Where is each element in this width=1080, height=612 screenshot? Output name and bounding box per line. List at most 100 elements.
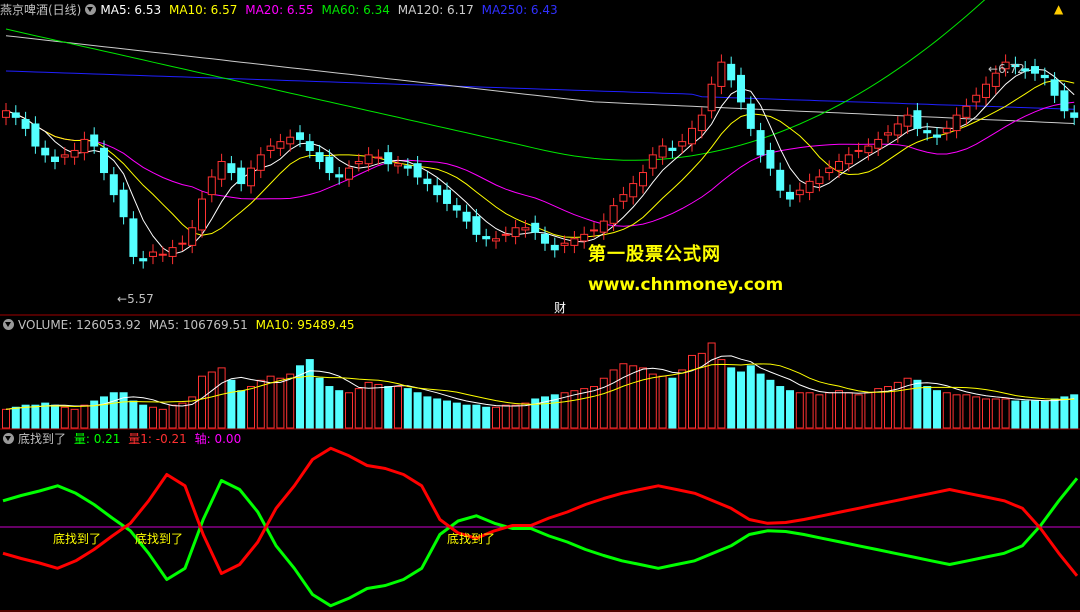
candle-body	[227, 163, 236, 174]
volume-bar	[688, 354, 696, 429]
volume-bar	[815, 394, 824, 429]
indicator-q1: 量1: -0.21	[128, 432, 187, 446]
volume-bar	[668, 377, 677, 429]
candle-body	[501, 233, 510, 236]
finance-marker[interactable]: 财	[554, 299, 566, 316]
volume-bar	[884, 386, 892, 429]
volume-bar	[492, 406, 500, 429]
candle-body	[766, 149, 775, 169]
volume-bar	[972, 396, 981, 429]
volume-bar	[286, 373, 295, 429]
volume-bar	[580, 388, 589, 429]
candle-body	[266, 145, 275, 151]
volume-bar	[129, 400, 138, 429]
candle-body	[207, 176, 216, 196]
candle-body	[256, 154, 265, 171]
volume-bar	[737, 371, 745, 429]
volume-bar	[70, 408, 79, 429]
candle-body	[1070, 112, 1079, 118]
candle-body	[364, 154, 373, 165]
candle-body	[844, 154, 853, 165]
candle-body	[413, 163, 422, 178]
volume-bar	[149, 406, 157, 429]
volume-bar	[756, 373, 765, 429]
candle-body	[903, 114, 912, 127]
ma250-line	[5, 70, 1075, 110]
legend-ma5: MA5: 6.53	[100, 3, 162, 17]
volume-bar	[217, 367, 226, 429]
volume-bar	[629, 365, 638, 429]
signal-label: 底找到了	[135, 532, 184, 546]
candle-body	[178, 242, 187, 245]
candle-body	[570, 238, 579, 246]
candle-body	[864, 145, 873, 154]
candle-body	[492, 238, 500, 242]
candle-body	[952, 114, 961, 132]
volume-bar	[21, 404, 30, 429]
main-legend: 燕京啤酒(日线) MA5: 6.53 MA10: 6.57 MA20: 6.55 …	[0, 1, 562, 18]
volume-bar	[315, 377, 324, 429]
volume-bar	[707, 342, 716, 429]
volume-bar	[1060, 396, 1069, 429]
candle-body	[423, 178, 432, 185]
candle-body	[972, 94, 981, 103]
volume-bar	[1031, 400, 1039, 429]
volume-bar	[1050, 398, 1059, 429]
volume-bar	[521, 402, 530, 429]
volume-bar	[354, 388, 363, 429]
legend-ma10: MA10: 6.57	[168, 3, 238, 17]
candle-body	[296, 132, 304, 140]
volume-bar	[237, 390, 246, 429]
volume-bar	[982, 398, 990, 429]
candle-body	[51, 156, 59, 162]
volume-bar	[11, 406, 20, 429]
volume-bar	[413, 392, 422, 429]
candle-body	[1050, 79, 1059, 96]
volume-bar	[247, 386, 255, 429]
volume-bar	[874, 388, 883, 429]
candle-body	[109, 174, 118, 196]
volume-bar	[933, 390, 941, 429]
candle-body	[443, 189, 451, 204]
volume-bar	[472, 404, 481, 429]
candle-body	[286, 136, 295, 145]
candle-body	[315, 152, 324, 163]
candle-body	[70, 149, 79, 158]
volume-menu-icon[interactable]	[3, 319, 14, 330]
volume-bar	[31, 404, 40, 429]
candle-body	[149, 251, 157, 257]
volume-bar	[2, 408, 10, 429]
candle-body	[521, 227, 530, 231]
volume-bar	[766, 379, 775, 429]
volume-bar	[619, 363, 628, 429]
corner-indicator[interactable]: ▲	[1054, 2, 1063, 16]
volume-bar	[1021, 400, 1030, 429]
signal-label: 底找到了	[53, 532, 102, 546]
volume-bar	[923, 386, 932, 429]
volume-bar	[1011, 400, 1020, 429]
candle-body	[276, 141, 285, 149]
candle-body	[354, 161, 363, 165]
volume-bar	[727, 367, 736, 429]
volume-bar	[648, 373, 657, 429]
candle-body	[756, 130, 765, 156]
volume-bar	[639, 367, 647, 429]
legend-ma60: MA60: 6.34	[321, 3, 390, 17]
candle-body	[580, 233, 589, 242]
volume-bar	[443, 400, 451, 429]
high-price-label: ←6.72	[988, 62, 1025, 76]
candle-body	[511, 227, 520, 238]
chart-canvas	[0, 0, 1080, 612]
candle-body	[11, 112, 20, 118]
watermark-url: www.chnmoney.com	[588, 275, 784, 295]
indicator-menu-icon[interactable]	[3, 433, 14, 444]
candle-body	[482, 236, 491, 240]
candle-body	[433, 185, 442, 196]
volume-bar	[825, 392, 834, 429]
volume-bar	[844, 392, 853, 429]
volume-bar	[433, 398, 442, 429]
candle-body	[688, 127, 696, 145]
volume-bar	[158, 408, 167, 429]
legend-menu-icon[interactable]	[85, 4, 97, 15]
volume-bar	[423, 396, 432, 429]
